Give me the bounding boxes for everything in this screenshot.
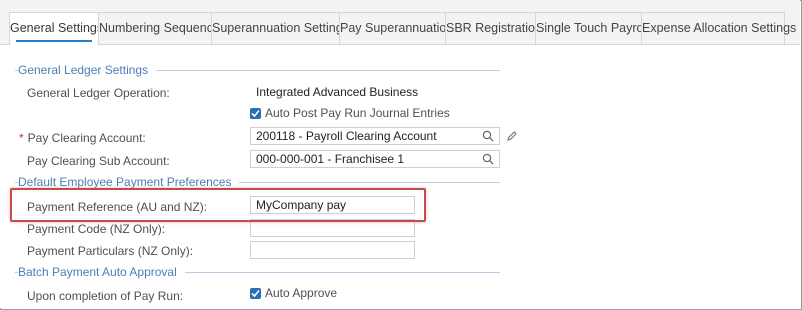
required-marker: * <box>19 131 24 145</box>
section-title-general-ledger: General Ledger Settings <box>18 63 157 77</box>
pay-clearing-account-field[interactable]: 200118 - Payroll Clearing Account <box>250 127 500 145</box>
tab-general-settings[interactable]: General Settings <box>9 12 103 45</box>
search-icon[interactable] <box>482 153 494 165</box>
section-title-payment-preferences: Default Employee Payment Preferences <box>18 175 240 189</box>
tab-bar: General Settings Numbering Sequence Supe… <box>0 0 800 45</box>
pay-clearing-account-label-text: Pay Clearing Account: <box>27 131 146 145</box>
tab-expense-allocation-settings[interactable]: Expense Allocation Settings <box>641 12 796 44</box>
pay-clearing-sub-account-value: 000-000-001 - Franchisee 1 <box>256 152 405 166</box>
pencil-icon[interactable] <box>506 130 518 142</box>
pay-clearing-account-label: * Pay Clearing Account: <box>19 131 146 145</box>
tab-single-touch-payroll[interactable]: Single Touch Payroll <box>535 12 649 44</box>
auto-approve-checkbox[interactable] <box>250 288 261 299</box>
tab-pay-superannuation[interactable]: Pay Superannuation <box>339 12 453 44</box>
auto-post-label: Auto Post Pay Run Journal Entries <box>265 106 450 120</box>
pay-clearing-sub-account-field[interactable]: 000-000-001 - Franchisee 1 <box>250 150 500 168</box>
highlight-box <box>10 188 426 222</box>
pay-clearing-sub-account-label: Pay Clearing Sub Account: <box>27 154 170 168</box>
search-icon[interactable] <box>482 130 494 142</box>
auto-approve-label: Auto Approve <box>265 286 338 300</box>
upon-completion-label: Upon completion of Pay Run: <box>27 289 184 303</box>
tab-numbering-sequence[interactable]: Numbering Sequence <box>98 12 220 44</box>
auto-post-checkbox[interactable] <box>250 108 261 119</box>
payment-particulars-input[interactable] <box>250 241 415 259</box>
payment-particulars-label: Payment Particulars (NZ Only): <box>27 244 194 258</box>
general-ledger-operation-label: General Ledger Operation: <box>27 86 170 100</box>
general-ledger-operation-value: Integrated Advanced Business <box>256 85 419 99</box>
payment-code-label: Payment Code (NZ Only): <box>27 222 166 236</box>
tab-sbr-registration[interactable]: SBR Registration <box>445 12 542 44</box>
settings-panel: General Ledger Settings General Ledger O… <box>0 45 800 308</box>
pay-clearing-account-value: 200118 - Payroll Clearing Account <box>256 129 437 143</box>
tab-superannuation-settings[interactable]: Superannuation Settings <box>211 12 349 44</box>
section-title-batch-approval: Batch Payment Auto Approval <box>18 265 185 279</box>
